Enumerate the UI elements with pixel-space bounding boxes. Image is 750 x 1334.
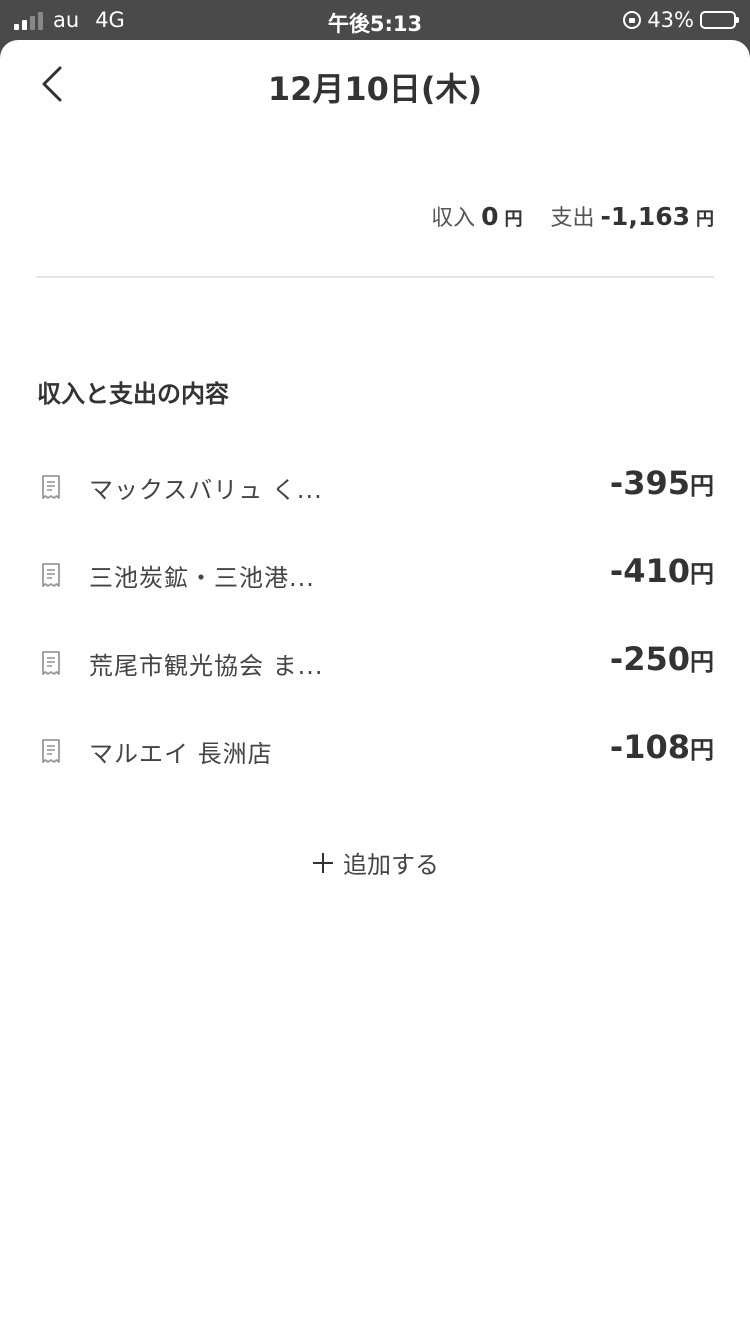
transaction-amount-value: -395 — [609, 464, 690, 502]
transaction-amount: -108 円 — [610, 728, 714, 766]
add-button-label: 追加する — [343, 851, 439, 879]
transaction-amount-unit: 円 — [690, 648, 714, 676]
transaction-amount-unit: 円 — [690, 736, 714, 764]
transaction-amount: -250 円 — [610, 640, 714, 678]
transaction-row[interactable]: マックスバリュ く... -395 円 — [0, 440, 750, 528]
transaction-amount-value: -108 — [609, 728, 690, 766]
transaction-row[interactable]: 荒尾市観光協会 ま... -250 円 — [0, 616, 750, 704]
add-button[interactable]: 追加する — [0, 845, 750, 880]
transaction-name: 三池炭鉱・三池港... — [89, 564, 315, 592]
divider — [36, 276, 714, 278]
transaction-name: 荒尾市観光協会 ま... — [89, 652, 324, 680]
transaction-amount: -410 円 — [610, 552, 714, 590]
expense-value: -1,163 — [600, 202, 690, 231]
transaction-list: マックスバリュ く... -395 円 三池炭鉱・三池港... -410 円 荒… — [0, 440, 750, 792]
orientation-lock-icon — [623, 11, 642, 29]
status-right: 43% — [623, 8, 739, 32]
income-label: 収入 — [431, 206, 476, 231]
transaction-amount-value: -250 — [609, 640, 690, 678]
battery-percent: 43% — [647, 8, 694, 32]
income-unit: 円 — [504, 209, 523, 230]
receipt-icon — [42, 475, 60, 499]
expense-label: 支出 — [550, 206, 595, 231]
receipt-icon — [42, 563, 60, 587]
transaction-amount-unit: 円 — [690, 560, 714, 588]
transaction-name: マックスバリュ く... — [89, 476, 323, 504]
income-value: 0 — [481, 202, 499, 231]
transaction-row[interactable]: マルエイ 長洲店 -108 円 — [0, 704, 750, 792]
transaction-row[interactable]: 三池炭鉱・三池港... -410 円 — [0, 528, 750, 616]
transaction-name: マルエイ 長洲店 — [89, 740, 273, 768]
day-detail-sheet: 12月10日(木) 収入 0 円 支出 -1,163 円 収入と支出の内容 マッ… — [0, 40, 750, 1334]
battery-icon — [700, 11, 739, 29]
day-summary: 収入 0 円 支出 -1,163 円 — [431, 200, 714, 232]
expense-unit: 円 — [696, 209, 714, 230]
section-title: 収入と支出の内容 — [37, 380, 229, 408]
status-bar: au 4G 午後5:13 43% — [0, 0, 750, 40]
transaction-amount-value: -410 — [609, 552, 690, 590]
page-title: 12月10日(木) — [267, 70, 483, 108]
receipt-icon — [42, 651, 60, 675]
plus-icon — [313, 852, 333, 873]
receipt-icon — [42, 739, 60, 763]
transaction-amount: -395 円 — [610, 464, 714, 502]
transaction-amount-unit: 円 — [690, 472, 714, 500]
